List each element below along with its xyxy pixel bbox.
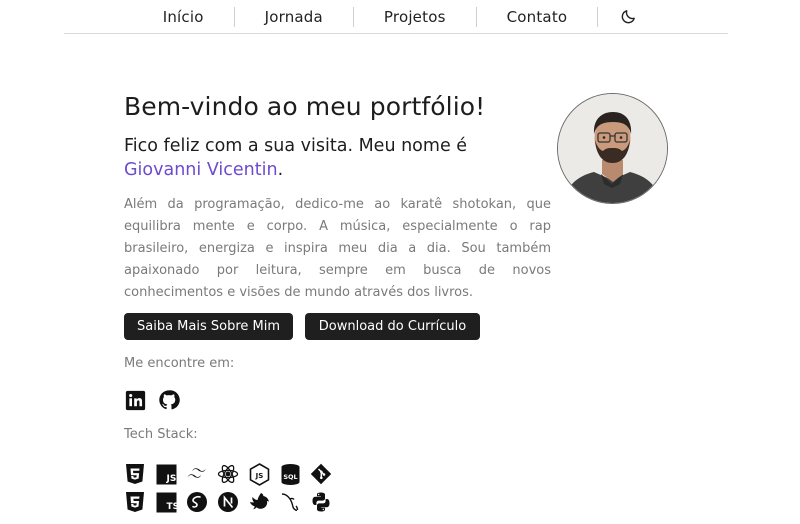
html5-icon [124, 463, 146, 485]
theme-toggle-button[interactable] [598, 7, 659, 27]
svg-text:TS: TS [166, 502, 177, 512]
nav-item-jornada[interactable]: Jornada [235, 6, 354, 27]
owner-name: Giovanni Vicentin [124, 160, 278, 180]
avatar [557, 93, 668, 204]
social-links [124, 389, 180, 411]
nav-item-inicio[interactable]: Início [133, 6, 235, 27]
tech-stack-label: Tech Stack: [124, 427, 198, 442]
github-icon [159, 390, 180, 410]
nav-item-contato[interactable]: Contato [477, 6, 599, 27]
svg-text:SQL: SQL [283, 473, 297, 481]
mysql-icon [279, 491, 301, 513]
python-icon [310, 491, 332, 513]
bio-paragraph: Além da programação, dedico-me ao karatê… [124, 197, 551, 300]
linkedin-link[interactable] [124, 389, 146, 411]
subtitle-text: Fico feliz com a sua visita. Meu nome é [124, 136, 468, 156]
subtitle-period: . [277, 160, 284, 180]
svg-text:JS: JS [254, 472, 263, 480]
github-link[interactable] [158, 389, 180, 411]
css3-icon [124, 491, 146, 513]
linkedin-icon [125, 390, 145, 410]
social-label: Me encontre em: [124, 356, 235, 371]
top-navigation: Início Jornada Projetos Contato [64, 0, 728, 34]
typescript-icon: TS [155, 491, 177, 513]
download-cv-button[interactable]: Download do Currículo [305, 313, 480, 340]
javascript-icon: JS [155, 463, 177, 485]
nestjs-icon [248, 491, 270, 513]
git-icon [310, 463, 332, 485]
tech-stack-row-2: TS [124, 491, 332, 513]
tailwind-icon [186, 463, 208, 485]
hero-subtitle: Fico feliz com a sua visita. Meu nome é … [124, 134, 544, 182]
sql-icon: SQL [279, 463, 301, 485]
nav-item-projetos[interactable]: Projetos [354, 6, 477, 27]
react-icon [217, 463, 239, 485]
about-me-button[interactable]: Saiba Mais Sobre Mim [124, 313, 293, 340]
page-title: Bem-vindo ao meu portfólio! [124, 92, 486, 121]
profile-photo [558, 94, 667, 203]
nodejs-icon: JS [248, 462, 270, 486]
sass-icon [186, 491, 208, 513]
moon-icon [621, 10, 636, 24]
svg-text:JS: JS [165, 474, 176, 484]
nextjs-icon [217, 491, 239, 513]
tech-stack-row-1: JS JS SQL [124, 462, 332, 486]
